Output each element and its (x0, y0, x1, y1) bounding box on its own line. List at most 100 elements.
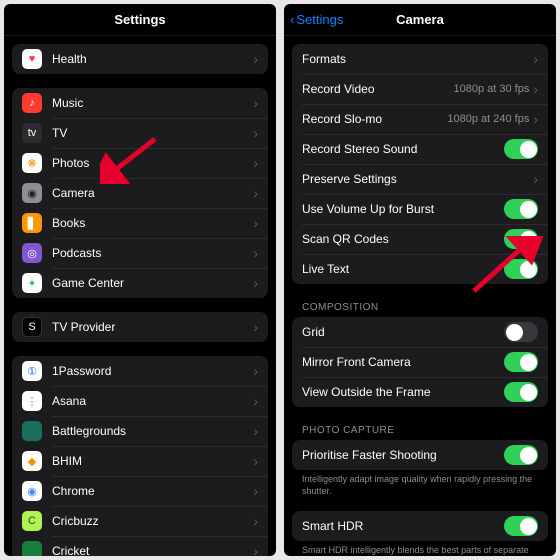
row-label: Prioritise Faster Shooting (302, 448, 504, 462)
settings-row-live-text[interactable]: Live Text (292, 254, 548, 284)
back-label: Settings (296, 12, 343, 27)
row-label: Battlegrounds (52, 424, 253, 438)
chevron-right-icon: › (253, 363, 258, 379)
chevron-right-icon: › (533, 51, 538, 67)
settings-list[interactable]: ♥Health›♪Music›tvTV›❋Photos›◉Camera›▋Boo… (4, 36, 276, 556)
row-label: 1Password (52, 364, 253, 378)
settings-row-asana[interactable]: ⋮Asana› (12, 386, 268, 416)
chevron-right-icon: › (533, 81, 538, 97)
row-label: Record Stereo Sound (302, 142, 504, 156)
toggle-switch[interactable] (504, 445, 538, 465)
chevron-right-icon: › (253, 513, 258, 529)
photos-icon: ❋ (22, 153, 42, 173)
row-label: Chrome (52, 484, 253, 498)
settings-screen: Settings ♥Health›♪Music›tvTV›❋Photos›◉Ca… (4, 4, 276, 556)
chevron-right-icon: › (253, 423, 258, 439)
settings-row-cricbuzz[interactable]: CCricbuzz› (12, 506, 268, 536)
chevron-right-icon: › (253, 95, 258, 111)
settings-row-podcasts[interactable]: ◎Podcasts› (12, 238, 268, 268)
settings-row-scan-qr-codes[interactable]: Scan QR Codes (292, 224, 548, 254)
toggle-switch[interactable] (504, 199, 538, 219)
music-icon: ♪ (22, 93, 42, 113)
settings-row-use-volume-up-for-burst[interactable]: Use Volume Up for Burst (292, 194, 548, 224)
settings-row-battlegrounds[interactable]: Battlegrounds› (12, 416, 268, 446)
row-value: 1080p at 30 fps (453, 83, 529, 95)
settings-row-formats[interactable]: Formats› (292, 44, 548, 74)
row-label: TV (52, 126, 253, 140)
toggle-switch[interactable] (504, 229, 538, 249)
toggle-switch[interactable] (504, 516, 538, 536)
toggle-switch[interactable] (504, 352, 538, 372)
chevron-right-icon: › (253, 319, 258, 335)
settings-row-tv-provider[interactable]: S TV Provider› (12, 312, 268, 342)
settings-row-record-slo-mo[interactable]: Record Slo-mo1080p at 240 fps › (292, 104, 548, 134)
footer-note: Smart HDR intelligently blends the best … (302, 545, 538, 556)
row-label: Formats (302, 52, 533, 66)
toggle-switch[interactable] (504, 139, 538, 159)
page-title: Settings (114, 12, 165, 27)
settings-row-grid[interactable]: Grid (292, 317, 548, 347)
row-label: Photos (52, 156, 253, 170)
row-label: Health (52, 52, 253, 66)
chevron-right-icon: › (533, 171, 538, 187)
settings-row-photos[interactable]: ❋ Photos› (12, 148, 268, 178)
settings-row-tv[interactable]: tv TV› (12, 118, 268, 148)
tv-icon: tv (22, 123, 42, 143)
toggle-switch[interactable] (504, 259, 538, 279)
settings-row-books[interactable]: ▋Books› (12, 208, 268, 238)
row-label: Cricket_ (52, 544, 253, 556)
settings-row-1password[interactable]: ① 1Password› (12, 356, 268, 386)
settings-row-smart-hdr[interactable]: Smart HDR (292, 511, 548, 541)
toggle-switch[interactable] (504, 382, 538, 402)
chevron-right-icon: › (533, 111, 538, 127)
asana-icon: ⋮ (22, 391, 42, 411)
settings-row-game-center[interactable]: ✦Game Center› (12, 268, 268, 298)
footer-note: Intelligently adapt image quality when r… (302, 474, 538, 497)
chevron-right-icon: › (253, 483, 258, 499)
settings-row-view-outside-the-frame[interactable]: View Outside the Frame (292, 377, 548, 407)
1password-icon: ① (22, 361, 42, 381)
bhim-icon: ◆ (22, 451, 42, 471)
row-value: 1080p at 240 fps (447, 113, 529, 125)
podcasts-icon: ◎ (22, 243, 42, 263)
navbar: ‹ Settings Camera (284, 4, 556, 36)
navbar: Settings (4, 4, 276, 36)
toggle-switch[interactable] (504, 322, 538, 342)
settings-row-prioritise-faster-shooting[interactable]: Prioritise Faster Shooting (292, 440, 548, 470)
chevron-right-icon: › (253, 155, 258, 171)
camera-settings-list[interactable]: Formats›Record Video1080p at 30 fps›Reco… (284, 36, 556, 556)
settings-row-record-stereo-sound[interactable]: Record Stereo Sound (292, 134, 548, 164)
settings-row-music[interactable]: ♪ Music› (12, 88, 268, 118)
settings-row-chrome[interactable]: ◉Chrome› (12, 476, 268, 506)
settings-row-record-video[interactable]: Record Video1080p at 30 fps › (292, 74, 548, 104)
row-label: Camera (52, 186, 253, 200)
camera-settings-screen: ‹ Settings Camera Formats›Record Video10… (284, 4, 556, 556)
back-button[interactable]: ‹ Settings (290, 12, 343, 27)
chevron-right-icon: › (253, 453, 258, 469)
settings-row-mirror-front-camera[interactable]: Mirror Front Camera (292, 347, 548, 377)
row-label: TV Provider (52, 320, 253, 334)
chevron-right-icon: › (253, 185, 258, 201)
section-header: PHOTO CAPTURE (302, 425, 548, 436)
tvprovider-icon: S (22, 317, 42, 337)
settings-row-preserve-settings[interactable]: Preserve Settings› (292, 164, 548, 194)
row-label: Music (52, 96, 253, 110)
settings-row-cricket-[interactable]: Cricket_› (12, 536, 268, 556)
row-label: BHIM (52, 454, 253, 468)
settings-row-health[interactable]: ♥Health› (12, 44, 268, 74)
settings-row-camera[interactable]: ◉Camera› (12, 178, 268, 208)
settings-row-bhim[interactable]: ◆ BHIM› (12, 446, 268, 476)
row-label: Record Video (302, 82, 453, 96)
heart-icon: ♥ (22, 49, 42, 69)
row-label: Mirror Front Camera (302, 355, 504, 369)
row-label: Record Slo-mo (302, 112, 447, 126)
row-label: Books (52, 216, 253, 230)
books-icon: ▋ (22, 213, 42, 233)
cricket-icon (22, 541, 42, 556)
section-header: COMPOSITION (302, 302, 548, 313)
chevron-left-icon: ‹ (290, 12, 294, 27)
row-label: Game Center (52, 276, 253, 290)
chevron-right-icon: › (253, 125, 258, 141)
chevron-right-icon: › (253, 543, 258, 556)
row-label: View Outside the Frame (302, 385, 504, 399)
